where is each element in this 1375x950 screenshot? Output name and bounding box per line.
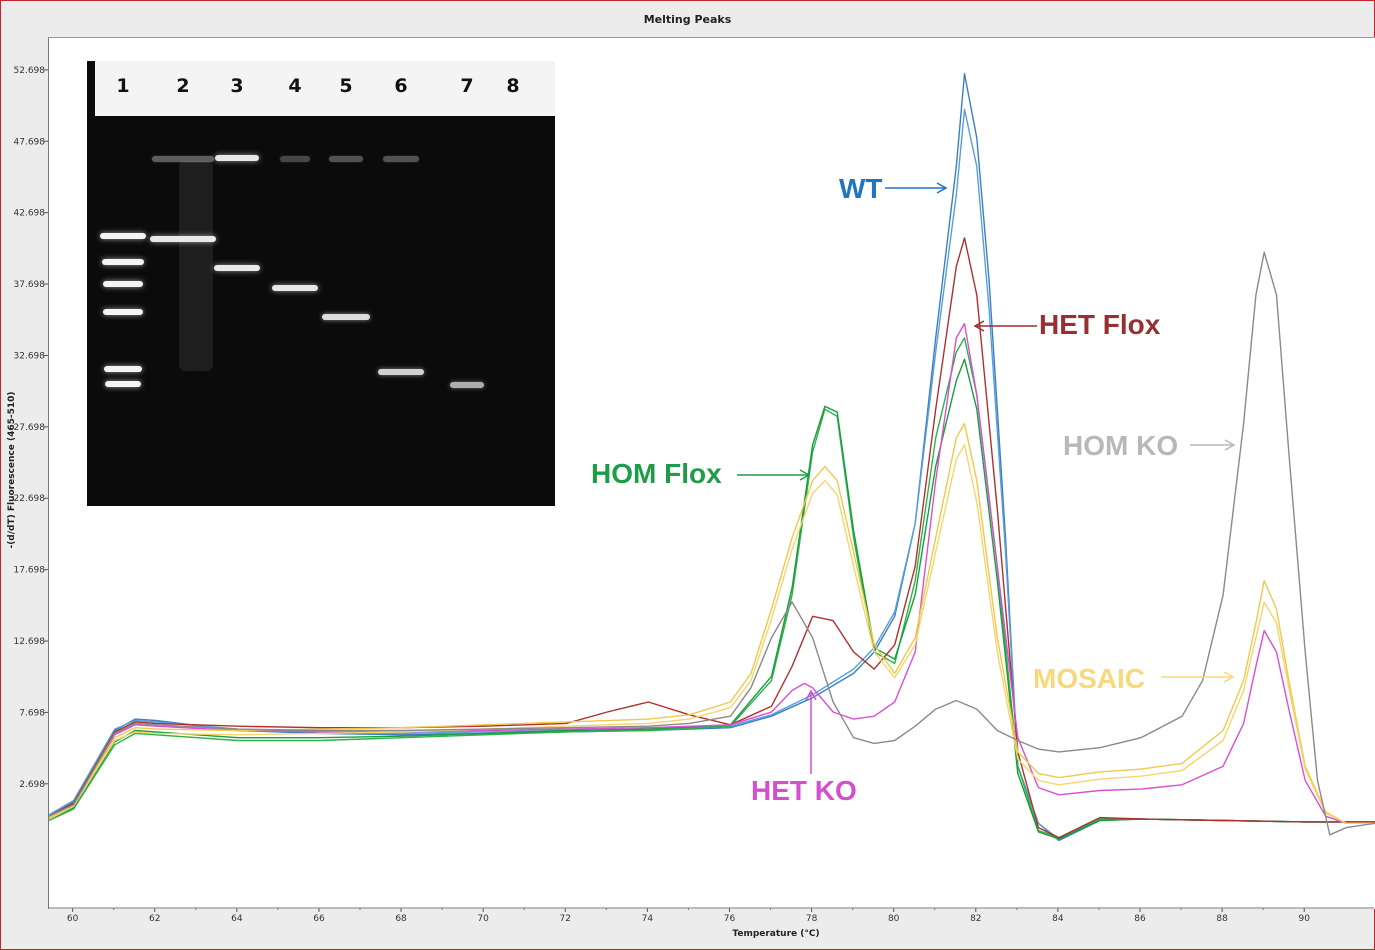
gel-band (378, 369, 424, 375)
gel-lane-number: 3 (230, 75, 244, 97)
gel-smear (179, 161, 213, 371)
annotation-label: MOSAIC (1033, 663, 1145, 694)
gel-band (280, 156, 310, 162)
gel-band (102, 259, 144, 265)
gel-lane-header: 1 2 3 4 5 6 7 8 (95, 61, 555, 116)
annotations-group: WT HET Flox HOM Flox HOM KO MOSAIC HET KO (591, 173, 1236, 806)
gel-band (272, 285, 318, 291)
annotation-label: HET Flox (1039, 309, 1161, 340)
chart-title: Melting Peaks (643, 13, 732, 26)
gel-lane-number: 7 (460, 75, 474, 97)
gel-band (103, 281, 143, 287)
annotation-label: HOM KO (1063, 430, 1178, 461)
annotation-label: HOM Flox (591, 458, 722, 489)
gel-band (105, 381, 141, 387)
gel-band (383, 156, 419, 162)
gel-band (100, 233, 146, 239)
gel-band (104, 366, 142, 372)
gel-lane-number: 4 (288, 75, 302, 97)
gel-lane-number: 2 (176, 75, 190, 97)
gel-image-inset: 1 2 3 4 5 6 7 8 (87, 61, 555, 506)
annotation-label: WT (839, 173, 883, 204)
gel-band (103, 309, 143, 315)
annotation-label: HET KO (751, 775, 857, 806)
gel-lane-number: 8 (506, 75, 520, 97)
gel-band (322, 314, 370, 320)
gel-band (450, 382, 484, 388)
gel-band (215, 155, 259, 161)
gel-lane-number: 1 (116, 75, 130, 97)
gel-band (329, 156, 363, 162)
gel-lane-number: 5 (339, 75, 353, 97)
gel-band (214, 265, 260, 271)
gel-lane-number: 6 (394, 75, 408, 97)
